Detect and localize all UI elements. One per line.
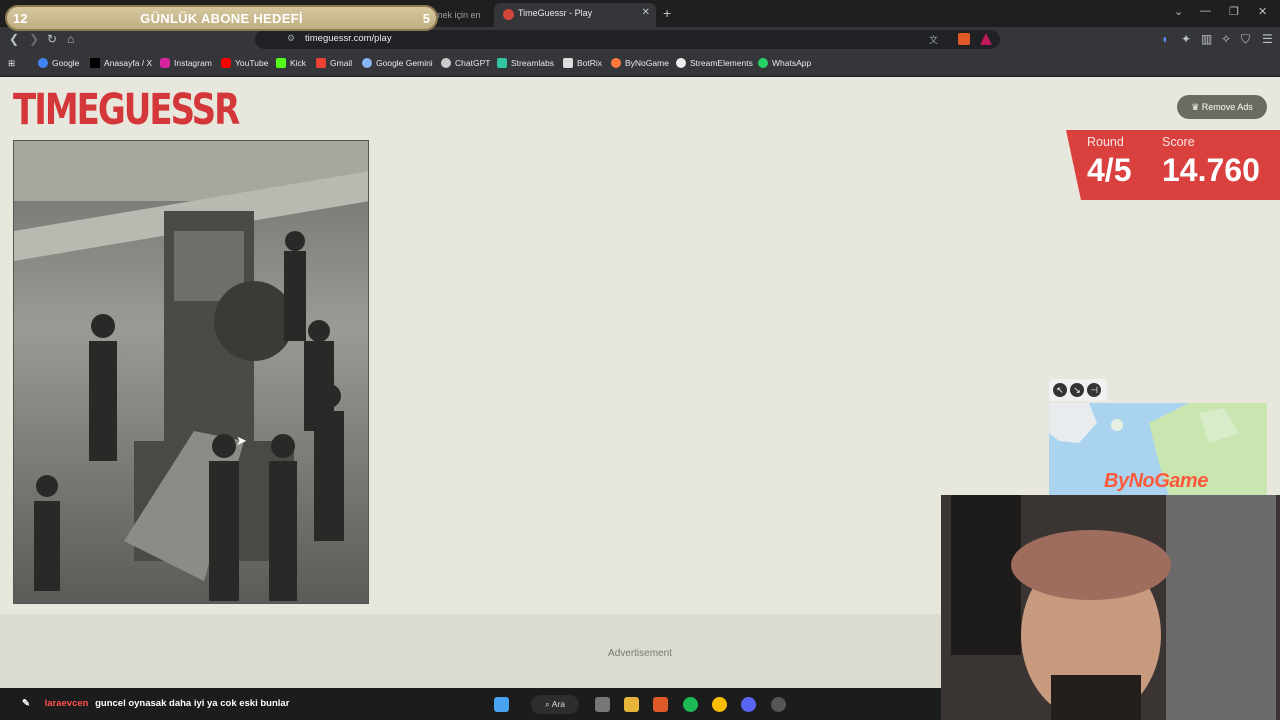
chat-username: laraevcen bbox=[44, 698, 89, 709]
bookmark-kick[interactable]: Kick bbox=[276, 58, 306, 68]
tab-search-icon[interactable]: ⌄ bbox=[1174, 5, 1183, 18]
back-icon[interactable]: ❮ bbox=[9, 32, 19, 46]
bookmark-gmail[interactable]: Gmail bbox=[316, 58, 352, 68]
speech-icon[interactable]: ◖ bbox=[1161, 32, 1168, 46]
score-value: 14.760 bbox=[1162, 152, 1260, 188]
timeguessr-logo[interactable]: TIMEGUESSR bbox=[13, 85, 240, 135]
chat-icon: ✎ bbox=[22, 698, 30, 709]
bookmark-bynogame[interactable]: ByNoGame bbox=[611, 58, 669, 68]
forward-icon[interactable]: ❯ bbox=[29, 32, 39, 46]
bookmark-whatsapp[interactable]: WhatsApp bbox=[758, 58, 811, 68]
taskbar-search[interactable]: ⌕ Ara bbox=[531, 695, 579, 714]
crown-icon: ♛ bbox=[1191, 102, 1202, 112]
discord-icon[interactable] bbox=[741, 697, 756, 712]
chat-text: guncel oynasak daha iyi ya cok eski bunl… bbox=[95, 698, 290, 709]
round-label: Round bbox=[1087, 135, 1124, 149]
streamer-webcam-image bbox=[941, 495, 1280, 720]
restore-icon[interactable]: ❐ bbox=[1229, 5, 1239, 18]
kick-icon bbox=[276, 58, 286, 68]
menu-icon[interactable]: ☰ bbox=[1262, 32, 1273, 46]
bookmark-x[interactable]: Anasayfa / X bbox=[90, 58, 152, 68]
bookmark-google[interactable]: Google bbox=[38, 58, 79, 68]
webcam-overlay bbox=[941, 495, 1280, 720]
chat-message: ✎ laraevcen guncel oynasak daha iyi ya c… bbox=[22, 698, 289, 709]
leo-icon[interactable]: ✧ bbox=[1221, 32, 1231, 46]
file-explorer-icon[interactable] bbox=[624, 697, 639, 712]
tab-active[interactable]: TimeGuessr - Play ✕ bbox=[494, 3, 656, 27]
chrome-icon[interactable] bbox=[712, 697, 727, 712]
whatsapp-icon bbox=[758, 58, 768, 68]
translate-icon[interactable]: 文 bbox=[929, 33, 938, 46]
youtube-icon bbox=[221, 58, 231, 68]
gmail-icon bbox=[316, 58, 326, 68]
home-icon[interactable]: ⌂ bbox=[67, 32, 74, 46]
close-window-icon[interactable]: ✕ bbox=[1258, 5, 1267, 18]
google-icon bbox=[38, 58, 48, 68]
url-text: timeguessr.com/play bbox=[305, 33, 392, 44]
score-label: Score bbox=[1162, 135, 1195, 149]
round-score-panel: Round 4/5 Score 14.760 bbox=[1066, 130, 1280, 200]
goal-target: 5 bbox=[422, 11, 430, 26]
chatgpt-icon bbox=[441, 58, 451, 68]
remove-ads-button[interactable]: ♛ Remove Ads bbox=[1177, 95, 1267, 119]
bookmark-youtube[interactable]: YouTube bbox=[221, 58, 268, 68]
cursor-icon: ➤ bbox=[236, 433, 247, 448]
address-input[interactable]: ⚙ timeguessr.com/play 文 bbox=[255, 30, 1000, 49]
vpn-icon[interactable]: ⛉ bbox=[1241, 32, 1250, 47]
pin-map-icon[interactable]: ⊣ bbox=[1087, 383, 1101, 397]
tab-inactive[interactable]: irmek için en bbox=[430, 6, 490, 24]
spotify-icon[interactable] bbox=[683, 697, 698, 712]
task-view-icon[interactable] bbox=[595, 697, 610, 712]
obs-icon[interactable] bbox=[771, 697, 786, 712]
apps-icon[interactable]: ⊞ bbox=[8, 58, 15, 69]
subscriber-goal-widget: 12 GÜNLÜK ABONE HEDEFİ 5 bbox=[5, 5, 438, 31]
expand-map-icon[interactable]: ↖ bbox=[1053, 383, 1067, 397]
streamlabs-icon bbox=[497, 58, 507, 68]
site-info-icon[interactable]: ⚙ bbox=[287, 33, 295, 44]
bookmark-botrix[interactable]: BotRix bbox=[563, 58, 602, 68]
historical-photo: ➤ bbox=[13, 140, 369, 604]
bookmarks-bar: ⊞ Google Anasayfa / X Instagram YouTube … bbox=[0, 52, 1280, 76]
photo-illustration bbox=[14, 141, 368, 603]
map-toolbar: ↖ ↘ ⊣ bbox=[1049, 379, 1107, 401]
bookmark-streamelements[interactable]: StreamElements bbox=[676, 58, 753, 68]
round-value: 4/5 bbox=[1087, 152, 1132, 188]
sidebar-icon[interactable]: ▥ bbox=[1201, 32, 1212, 46]
goal-title: GÜNLÜK ABONE HEDEFİ bbox=[140, 11, 303, 26]
bookmark-chatgpt[interactable]: ChatGPT bbox=[441, 58, 490, 68]
minimize-icon[interactable]: — bbox=[1200, 5, 1211, 17]
tab-label: TimeGuessr - Play bbox=[518, 8, 593, 18]
x-icon bbox=[90, 58, 100, 68]
close-tab-icon[interactable]: ✕ bbox=[642, 7, 650, 18]
reload-icon[interactable]: ↻ bbox=[47, 32, 57, 46]
instagram-icon bbox=[160, 58, 170, 68]
new-tab-icon[interactable]: + bbox=[663, 5, 671, 21]
extensions-icon[interactable]: ✦ bbox=[1181, 32, 1191, 46]
timeguessr-favicon-icon bbox=[503, 9, 514, 20]
brave-browser-icon[interactable] bbox=[653, 697, 668, 712]
bookmark-streamlabs[interactable]: Streamlabs bbox=[497, 58, 554, 68]
bynogame-watermark: ByNoGame bbox=[1104, 470, 1208, 492]
gemini-icon bbox=[362, 58, 372, 68]
bynogame-icon bbox=[611, 58, 621, 68]
streamelements-icon bbox=[676, 58, 686, 68]
brave-shields-icon[interactable] bbox=[958, 33, 970, 45]
shrink-map-icon[interactable]: ↘ bbox=[1070, 383, 1084, 397]
bookmark-instagram[interactable]: Instagram bbox=[160, 58, 212, 68]
botrix-icon bbox=[563, 58, 573, 68]
bookmark-gemini[interactable]: Google Gemini bbox=[362, 58, 433, 68]
search-icon: ⌕ bbox=[545, 699, 552, 709]
windows-start-icon[interactable] bbox=[494, 697, 509, 712]
